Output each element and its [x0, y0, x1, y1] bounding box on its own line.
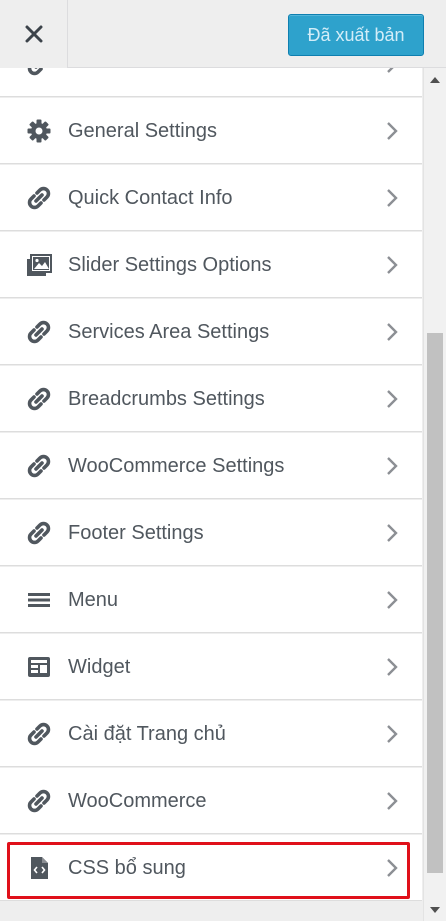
link-icon [26, 319, 52, 345]
scrollbar-thumb[interactable] [427, 333, 443, 873]
link-icon [26, 788, 52, 814]
chevron-right-icon [387, 122, 398, 140]
menu-item-homepage-settings[interactable]: Cài đặt Trang chủ [0, 701, 422, 767]
code-file-icon [26, 855, 52, 881]
link-icon [26, 185, 52, 211]
chevron-right-icon [387, 658, 398, 676]
menu-item-label: CSS bổ sung [68, 857, 186, 879]
images-icon [26, 252, 52, 278]
gear-icon [26, 118, 52, 144]
scrollbar[interactable] [423, 68, 446, 921]
menu-item-general-settings[interactable]: General Settings [0, 98, 422, 164]
chevron-right-icon [387, 256, 398, 274]
menu-item-label: Widget [68, 656, 131, 678]
menu-item-breadcrumbs[interactable]: Breadcrumbs Settings [0, 366, 422, 432]
menu-item-label: Menu [68, 589, 119, 611]
menu-item-woocommerce-settings[interactable]: WooCommerce Settings [0, 433, 422, 499]
chevron-right-icon [387, 189, 398, 207]
menu-item-additional-css[interactable]: CSS bổ sung [0, 835, 422, 901]
menu-item-label: Slider Settings Options [68, 254, 272, 276]
link-icon [26, 68, 52, 77]
close-icon [25, 25, 42, 43]
link-icon [26, 386, 52, 412]
menu-item-quick-contact[interactable]: Quick Contact Info [0, 165, 422, 231]
menu-item-label: WooCommerce [68, 790, 207, 812]
link-icon [26, 453, 52, 479]
chevron-right-icon [387, 859, 398, 877]
chevron-right-icon [387, 68, 394, 73]
menu-item-label: General Settings [68, 120, 217, 142]
chevron-right-icon [387, 792, 398, 810]
customizer-menu: General Settings Quick Contact Info Slid… [0, 68, 422, 921]
menu-item-label: Breadcrumbs Settings [68, 388, 265, 410]
menu-item-partial[interactable] [0, 68, 422, 97]
menu-item-widgets[interactable]: Widget [0, 634, 422, 700]
widget-icon [26, 654, 52, 680]
menu-item-slider-settings[interactable]: Slider Settings Options [0, 232, 422, 298]
close-button[interactable] [0, 0, 68, 68]
menu-item-footer-settings[interactable]: Footer Settings [0, 500, 422, 566]
link-icon [26, 520, 52, 546]
menu-item-woocommerce[interactable]: WooCommerce [0, 768, 422, 834]
menu-item-services-area[interactable]: Services Area Settings [0, 299, 422, 365]
chevron-right-icon [387, 390, 398, 408]
menu-item-label: Cài đặt Trang chủ [68, 723, 226, 745]
menu-icon [26, 587, 52, 613]
chevron-right-icon [387, 524, 398, 542]
menu-item-label: Footer Settings [68, 522, 204, 544]
link-icon [26, 721, 52, 747]
chevron-right-icon [387, 457, 398, 475]
chevron-right-icon [387, 591, 398, 609]
chevron-right-icon [387, 323, 398, 341]
scroll-down-arrow[interactable] [424, 899, 446, 921]
chevron-right-icon [387, 725, 398, 743]
scroll-up-arrow[interactable] [424, 68, 446, 90]
customizer-header: Đã xuất bản [0, 0, 446, 68]
menu-item-menus[interactable]: Menu [0, 567, 422, 633]
publish-button[interactable]: Đã xuất bản [288, 14, 424, 56]
menu-item-label: Quick Contact Info [68, 187, 233, 209]
menu-item-label: WooCommerce Settings [68, 455, 285, 477]
menu-item-label: Services Area Settings [68, 321, 270, 343]
